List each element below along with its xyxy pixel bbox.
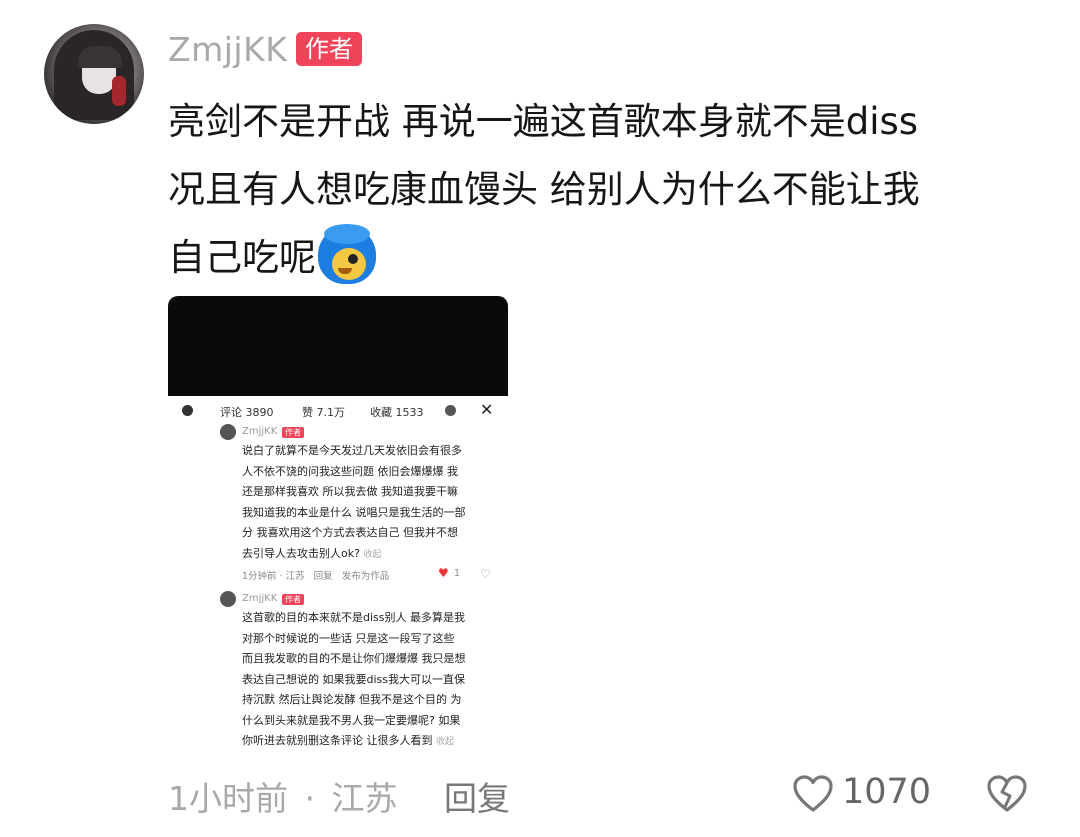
favorites-count: 收藏 1533 xyxy=(370,406,424,419)
mini-author-badge: 作者 xyxy=(282,427,304,438)
broken-heart-icon[interactable] xyxy=(986,774,1028,814)
blue-hair-face-emoji-icon xyxy=(318,224,376,284)
comment-line: 自己吃呢 xyxy=(168,236,316,279)
like-count: 1070 xyxy=(842,772,932,812)
author-badge: 作者 xyxy=(296,32,362,66)
close-icon: ✕ xyxy=(480,400,494,419)
mini-username: ZmjjKK xyxy=(242,426,278,437)
avatar[interactable] xyxy=(44,24,144,124)
mini-reply-text: 说白了就算不是今天发过几天发依旧会有很多 人不依不饶的问我这些问题 依旧会爆爆爆… xyxy=(242,444,466,560)
comment-text: 亮剑不是开战 再说一遍这首歌本身就不是diss 况且有人想吃康血馒头 给别人为什… xyxy=(168,88,1018,292)
comment-line: 亮剑不是开战 再说一遍这首歌本身就不是diss xyxy=(168,100,919,143)
mini-heart-icon: ♥ xyxy=(438,566,449,580)
mini-meta: 1分钟前 · 江苏 回复 发布为作品 xyxy=(242,571,390,582)
likes-count: 赞 7.1万 xyxy=(302,406,345,419)
mini-like-count: 1 xyxy=(454,568,461,579)
comment-icon xyxy=(182,405,193,416)
username[interactable]: ZmjjKK xyxy=(168,30,287,69)
attached-screenshot-image[interactable]: 评论 3890 赞 7.1万 收藏 1533 ✕ ZmjjKK 作者 说白了就算… xyxy=(168,296,508,753)
comment-line: 况且有人想吃康血馒头 给别人为什么不能让我 xyxy=(168,168,920,211)
mini-avatar xyxy=(220,424,236,440)
expand-icon xyxy=(445,405,456,416)
mini-username: ZmjjKK xyxy=(242,593,278,604)
mini-reply-text: 这首歌的目的本来就不是diss别人 最多算是我 对那个时候说的一些话 只是这一段… xyxy=(242,611,466,747)
screenshot-top-bar: 评论 3890 赞 7.1万 收藏 1533 xyxy=(168,396,508,424)
reply-button[interactable]: 回复 xyxy=(444,772,510,820)
mini-author-badge: 作者 xyxy=(282,594,304,605)
mini-broken-heart-icon: ♡ xyxy=(480,567,491,581)
comment-time: 1小时前 · 江苏 xyxy=(168,779,398,818)
mini-avatar xyxy=(220,591,236,607)
comments-count: 评论 3890 xyxy=(220,406,274,419)
heart-outline-icon[interactable] xyxy=(792,774,834,814)
